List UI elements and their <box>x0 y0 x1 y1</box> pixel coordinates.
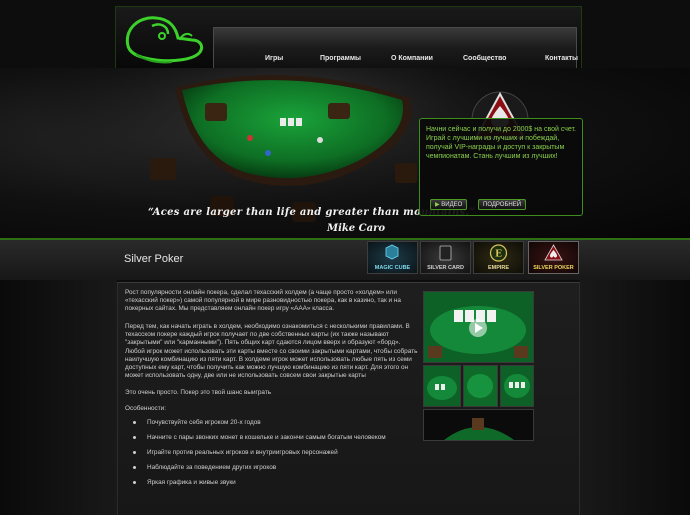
nav-item-programs[interactable]: Программы <box>320 55 361 62</box>
poker-table-screenshot <box>501 366 533 406</box>
list-item: Почувствуйте себя игроком 20-х годов <box>133 419 386 434</box>
video-button[interactable]: ▶ ВИДЕО <box>430 199 468 210</box>
intro-paragraph: Рост популярности онлайн покера, сделал … <box>125 289 401 313</box>
game-thumb-label: SILVER POKER <box>533 265 574 271</box>
screenshot-thumb-3[interactable] <box>500 365 534 407</box>
screenshot-thumb-4[interactable] <box>423 409 534 441</box>
side-background-right <box>580 280 690 515</box>
logo[interactable] <box>122 10 210 68</box>
details-button-label: ПОДРОБНЕЙ <box>483 202 522 208</box>
screenshot-thumb-1[interactable] <box>423 365 461 407</box>
poker-table-screenshot <box>424 292 533 362</box>
page-title: Silver Poker <box>124 253 184 265</box>
list-item: Играйте против реальных игроков и внутри… <box>133 449 386 464</box>
play-icon: ▶ <box>435 202 440 208</box>
rules-paragraph: Перед тем, как начать играть в холдем, н… <box>125 323 418 380</box>
details-button[interactable]: ПОДРОБНЕЙ <box>478 199 527 210</box>
nav-item-games[interactable]: Игры <box>265 55 283 62</box>
screenshot-thumb-2[interactable] <box>463 365 498 407</box>
features-title: Особенности: <box>125 405 167 412</box>
poker-table-screenshot <box>424 366 460 406</box>
content-panel: Рост популярности онлайн покера, сделал … <box>117 282 580 515</box>
game-thumb-silver-card[interactable]: SILVER CARD <box>420 241 471 274</box>
game-thumb-silver-poker[interactable]: SILVER POKER <box>528 241 579 274</box>
main-nav <box>213 27 577 69</box>
poker-table-screenshot <box>464 366 497 406</box>
promo-box: Начни сейчас и получи до 2000$ на свой с… <box>419 118 583 216</box>
game-thumb-empire[interactable]: E EMPIRE <box>473 241 524 274</box>
features-list: Почувствуйте себя игроком 20-х годов Нач… <box>133 419 386 494</box>
nav-item-contacts[interactable]: Контакты <box>545 55 578 62</box>
game-thumb-label: EMPIRE <box>487 265 510 271</box>
section-bar <box>0 240 690 280</box>
frog-logo-icon <box>125 16 204 64</box>
svg-text:E: E <box>495 250 502 260</box>
video-button-label: ВИДЕО <box>441 202 463 208</box>
list-item: Начните с пары звонких монет в кошельке … <box>133 434 386 449</box>
tagline-paragraph: Это очень просто. Покер это твой шанс вы… <box>125 389 272 396</box>
list-item: Наблюдайте за поведением других игроков <box>133 464 386 479</box>
list-item: Яркая графика и живые звуки <box>133 479 386 494</box>
video-preview[interactable] <box>423 291 534 363</box>
game-thumb-magic-cube[interactable]: MAGIC CUBE <box>367 241 418 274</box>
nav-item-community[interactable]: Сообщество <box>463 55 506 62</box>
promo-text: Начни сейчас и получи до 2000$ на свой с… <box>426 126 576 160</box>
poker-table-screenshot <box>424 410 533 440</box>
side-background-left <box>0 280 117 515</box>
game-thumb-label: SILVER CARD <box>427 265 464 271</box>
game-thumb-label: MAGIC CUBE <box>374 265 411 271</box>
quote-author: Mike Caro <box>327 223 386 234</box>
nav-item-about[interactable]: О Компании <box>391 55 433 62</box>
